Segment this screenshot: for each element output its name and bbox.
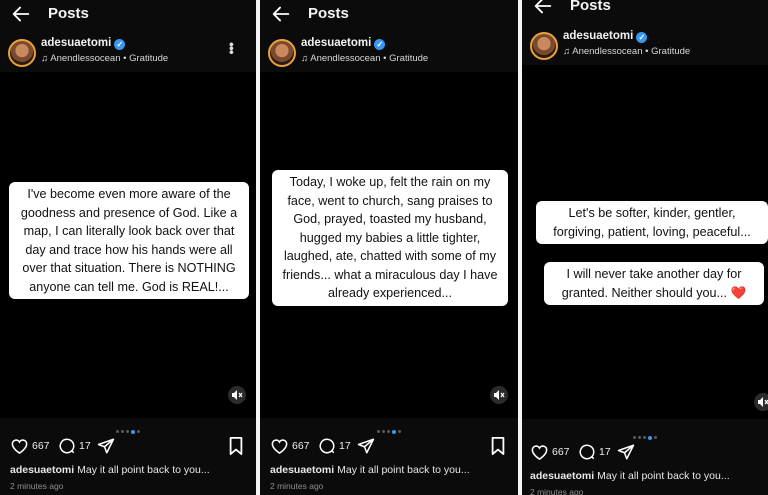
top-bar: Posts	[522, 0, 768, 22]
verified-icon: ✓	[636, 32, 648, 43]
comment-icon	[579, 444, 595, 460]
music-label: Anendlessocean • Gratitude	[572, 46, 691, 57]
music-link[interactable]: ♫ Anendlessocean • Gratitude	[41, 53, 168, 64]
timestamp: 2 minutes ago	[270, 481, 324, 491]
comment-button[interactable]: 17	[318, 437, 351, 455]
comment-count: 17	[79, 440, 91, 452]
music-link[interactable]: ♫ Anendlessocean • Gratitude	[301, 53, 428, 64]
post-media[interactable]: Let's be softer, kinder, gentler, forgiv…	[522, 65, 768, 419]
post-header: adesuaetomi ✓ ♫ Anendlessocean • Gratitud…	[260, 36, 518, 72]
avatar[interactable]	[530, 32, 558, 60]
more-icon[interactable]: •••	[224, 42, 240, 54]
like-button[interactable]: 667	[530, 443, 570, 461]
bookmark-icon[interactable]	[490, 437, 506, 455]
share-icon	[617, 444, 635, 460]
share-icon	[97, 438, 115, 454]
share-button[interactable]	[617, 443, 635, 461]
post-media[interactable]: I've become even more aware of the goodn…	[0, 72, 256, 418]
post-media[interactable]: Today, I woke up, felt the rain on my fa…	[260, 72, 518, 418]
like-count: 667	[32, 440, 50, 452]
username-text: adesuaetomi	[301, 37, 372, 49]
username-text: adesuaetomi	[563, 30, 634, 42]
heart-icon	[11, 439, 28, 455]
post-panel-1: Posts adesuaetomi ✓ ♫ Anendlessocean • Gr…	[0, 0, 256, 495]
action-bar: 667 17	[260, 437, 518, 459]
like-count: 667	[552, 446, 570, 458]
post-panel-2: Posts adesuaetomi ✓ ♫ Anendlessocean • Gr…	[260, 0, 518, 495]
post-header: adesuaetomi ✓ ♫ Anendlessocean • Gratitud…	[522, 29, 768, 65]
music-note-icon: ♫	[41, 53, 49, 64]
heart-icon	[271, 439, 288, 455]
caption: adesuaetomi May it all point back to you…	[10, 464, 252, 476]
comment-count: 17	[599, 446, 611, 458]
action-bar: 667 17	[522, 443, 768, 465]
avatar[interactable]	[8, 39, 36, 67]
music-label: Anendlessocean • Gratitude	[50, 53, 169, 64]
comment-button[interactable]: 17	[58, 437, 91, 455]
page-title: Posts	[570, 0, 611, 14]
caption-username[interactable]: adesuaetomi	[270, 464, 334, 476]
back-arrow-icon[interactable]	[532, 0, 554, 17]
story-text: I will never take another day for grante…	[544, 262, 764, 305]
mute-icon[interactable]	[490, 386, 508, 404]
timestamp: 2 minutes ago	[530, 487, 584, 495]
music-note-icon: ♫	[563, 46, 571, 57]
mute-icon[interactable]	[754, 393, 768, 411]
action-bar: 667 17	[0, 437, 256, 459]
like-button[interactable]: 667	[270, 437, 310, 455]
carousel-indicator	[260, 423, 518, 434]
username-link[interactable]: adesuaetomi ✓	[301, 37, 386, 50]
comment-button[interactable]: 17	[578, 443, 611, 461]
caption-text: May it all point back to you...	[77, 464, 210, 476]
like-count: 667	[292, 440, 310, 452]
share-button[interactable]	[97, 437, 115, 455]
avatar[interactable]	[268, 39, 296, 67]
post-panel-3: Posts adesuaetomi ✓ ♫ Anendlessocean • Gr…	[522, 0, 768, 495]
verified-icon: ✓	[374, 39, 386, 50]
caption-text: May it all point back to you...	[597, 470, 730, 482]
story-text: Let's be softer, kinder, gentler, forgiv…	[536, 201, 768, 244]
post-header: adesuaetomi ✓ ♫ Anendlessocean • Gratitud…	[0, 36, 256, 72]
username-link[interactable]: adesuaetomi ✓	[563, 30, 648, 43]
back-arrow-icon[interactable]	[270, 3, 292, 25]
top-bar: Posts	[0, 0, 256, 30]
top-bar: Posts	[260, 0, 518, 30]
carousel-indicator	[522, 429, 768, 440]
music-label: Anendlessocean • Gratitude	[310, 53, 429, 64]
username-link[interactable]: adesuaetomi ✓	[41, 37, 126, 50]
comment-count: 17	[339, 440, 351, 452]
share-button[interactable]	[357, 437, 375, 455]
music-note-icon: ♫	[301, 53, 309, 64]
caption: adesuaetomi May it all point back to you…	[530, 470, 764, 482]
caption-text: May it all point back to you...	[337, 464, 470, 476]
share-icon	[357, 438, 375, 454]
comment-icon	[319, 438, 335, 454]
verified-icon: ✓	[114, 39, 126, 50]
like-button[interactable]: 667	[10, 437, 50, 455]
caption-username[interactable]: adesuaetomi	[530, 470, 594, 482]
bookmark-icon[interactable]	[228, 437, 244, 455]
caption: adesuaetomi May it all point back to you…	[270, 464, 514, 476]
story-text: I've become even more aware of the goodn…	[9, 182, 249, 299]
back-arrow-icon[interactable]	[10, 3, 32, 25]
caption-username[interactable]: adesuaetomi	[10, 464, 74, 476]
username-text: adesuaetomi	[41, 37, 112, 49]
page-title: Posts	[308, 5, 349, 22]
music-link[interactable]: ♫ Anendlessocean • Gratitude	[563, 46, 690, 57]
mute-icon[interactable]	[228, 386, 246, 404]
carousel-indicator	[0, 423, 256, 434]
comment-icon	[59, 438, 75, 454]
heart-icon	[531, 445, 548, 461]
page-title: Posts	[48, 5, 89, 22]
timestamp: 2 minutes ago	[10, 481, 64, 491]
story-text: Today, I woke up, felt the rain on my fa…	[272, 170, 508, 306]
